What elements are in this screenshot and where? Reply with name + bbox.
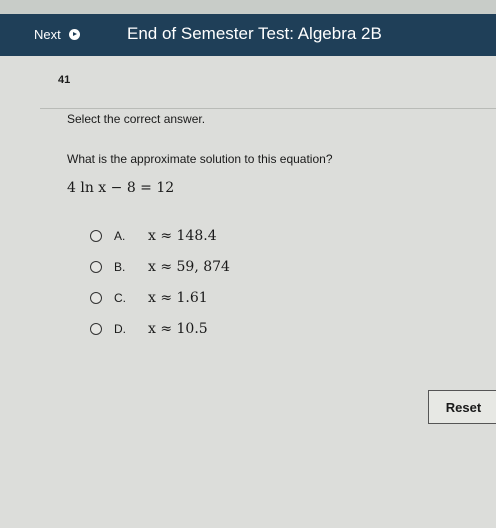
radio-icon[interactable]	[90, 292, 102, 304]
reset-button[interactable]: Reset	[428, 390, 496, 424]
choice-value: x ≈ 1.61	[148, 290, 208, 306]
radio-icon[interactable]	[90, 230, 102, 242]
choice-letter: A.	[114, 229, 126, 243]
play-circle-icon	[68, 29, 80, 40]
question-number-bar: 41	[40, 60, 496, 109]
question-number: 41	[58, 74, 71, 86]
question-prompt: What is the approximate solution to this…	[67, 152, 333, 166]
choice-letter: D.	[114, 322, 126, 336]
choice-d[interactable]: D. x ≈ 10.5	[90, 320, 208, 338]
radio-icon[interactable]	[90, 261, 102, 273]
choice-letter: B.	[114, 260, 126, 274]
instruction-text: Select the correct answer.	[67, 112, 206, 126]
choice-value: x ≈ 10.5	[148, 321, 208, 337]
choice-c[interactable]: C. x ≈ 1.61	[90, 289, 208, 307]
test-header: Next End of Semester Test: Algebra 2B	[0, 14, 496, 56]
choice-letter: C.	[114, 291, 126, 305]
next-button[interactable]: Next	[34, 27, 80, 42]
choice-b[interactable]: B. x ≈ 59, 874	[90, 258, 230, 276]
radio-icon[interactable]	[90, 323, 102, 335]
question-panel: 41	[0, 56, 496, 528]
choice-a[interactable]: A. x ≈ 148.4	[90, 227, 217, 245]
top-strip	[0, 0, 496, 14]
next-label: Next	[34, 27, 61, 42]
choice-value: x ≈ 148.4	[148, 228, 217, 244]
equation: 4 ln x − 8 = 12	[67, 180, 175, 196]
test-title: End of Semester Test: Algebra 2B	[127, 24, 382, 43]
choice-value: x ≈ 59, 874	[148, 259, 230, 275]
